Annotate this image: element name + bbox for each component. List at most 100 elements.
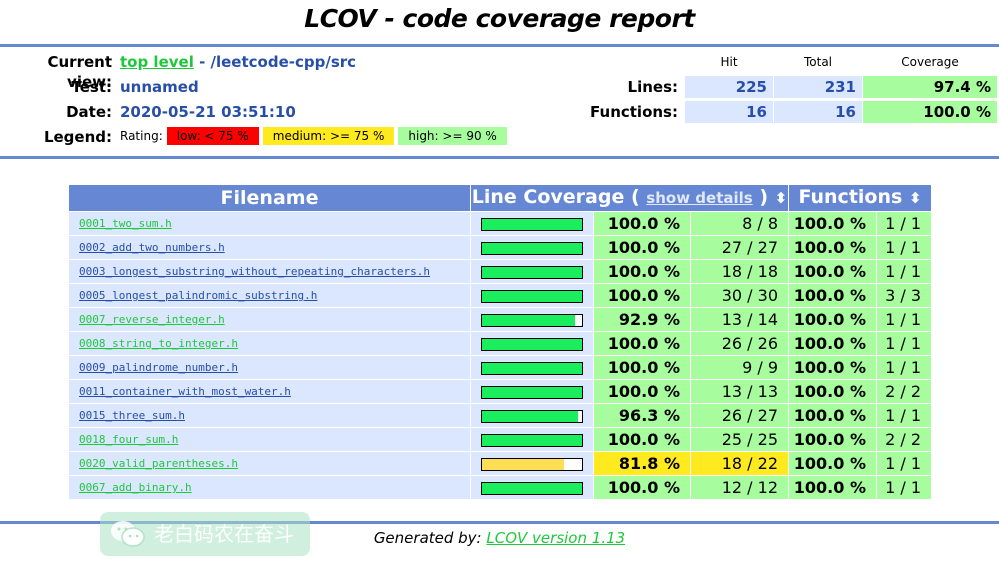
line-coverage-percent: 100.0 % (594, 332, 690, 355)
table-row: 0011_container_with_most_water.h 100.0 % 1… (69, 380, 931, 403)
summary-functions-coverage: 100.0 % (863, 101, 997, 123)
top-level-link[interactable]: top level (120, 53, 194, 71)
sort-icon[interactable]: ⬍ (909, 189, 922, 207)
coverage-bar-cell (471, 332, 593, 355)
function-coverage-count: 1 / 1 (877, 452, 931, 475)
legend-rating-label: Rating: (120, 129, 163, 143)
file-link[interactable]: 0018_four_sum.h (79, 433, 178, 446)
filename-cell: 0015_three_sum.h (69, 404, 470, 427)
coverage-bar-fill (482, 267, 582, 278)
coverage-bar-fill (482, 387, 582, 398)
line-coverage-percent: 100.0 % (594, 476, 690, 499)
function-coverage-count: 1 / 1 (877, 308, 931, 331)
function-coverage-percent: 100.0 % (789, 452, 876, 475)
function-coverage-count: 1 / 1 (877, 212, 931, 235)
coverage-bar-fill (482, 411, 579, 422)
coverage-bar-cell (471, 236, 593, 259)
filename-cell: 0007_reverse_integer.h (69, 308, 470, 331)
coverage-bar (481, 434, 583, 447)
coverage-bar-cell (471, 452, 593, 475)
summary-functions-hit: 16 (685, 101, 773, 123)
table-row: 0015_three_sum.h 96.3 % 26 / 27 100.0 % 1 / … (69, 404, 931, 427)
legend-high: high: >= 90 % (398, 127, 507, 145)
lcov-version-link[interactable]: LCOV version 1.13 (486, 529, 625, 547)
coverage-bar-fill (482, 363, 582, 374)
function-coverage-percent: 100.0 % (789, 212, 876, 235)
function-coverage-percent: 100.0 % (789, 308, 876, 331)
filename-cell: 0001_two_sum.h (69, 212, 470, 235)
function-coverage-count: 1 / 1 (877, 476, 931, 499)
coverage-bar-fill (482, 483, 582, 494)
file-link[interactable]: 0009_palindrome_number.h (79, 361, 238, 374)
filename-cell: 0005_longest_palindromic_substring.h (69, 284, 470, 307)
line-coverage-label: Line Coverage ( (471, 186, 640, 208)
file-link[interactable]: 0007_reverse_integer.h (79, 313, 225, 326)
line-coverage-count: 13 / 13 (691, 380, 788, 403)
filename-cell: 0020_valid_parentheses.h (69, 452, 470, 475)
function-coverage-count: 1 / 1 (877, 236, 931, 259)
function-coverage-percent: 100.0 % (789, 260, 876, 283)
file-link[interactable]: 0001_two_sum.h (79, 217, 172, 230)
line-coverage-label-end: ) (759, 186, 769, 208)
table-row: 0007_reverse_integer.h 92.9 % 13 / 14 100.0… (69, 308, 931, 331)
file-coverage-table: Filename Line Coverage ( show details ) … (68, 184, 932, 500)
coverage-bar-fill (482, 243, 582, 254)
summary-col-total: Total (803, 55, 833, 69)
function-coverage-percent: 100.0 % (789, 284, 876, 307)
functions-label: Functions (798, 186, 903, 208)
show-details-link[interactable]: show details (646, 189, 752, 207)
line-coverage-percent: 100.0 % (594, 260, 690, 283)
coverage-bar-fill (482, 219, 582, 230)
legend-low: low: < 75 % (166, 127, 259, 145)
coverage-bar-fill (482, 435, 582, 446)
line-coverage-count: 26 / 27 (691, 404, 788, 427)
table-row: 0003_longest_substring_without_repeating… (69, 260, 931, 283)
generated-by-label: Generated by: (373, 529, 487, 547)
file-link[interactable]: 0003_longest_substring_without_repeating… (79, 265, 430, 278)
col-filename[interactable]: Filename (69, 185, 470, 211)
function-coverage-count: 1 / 1 (877, 404, 931, 427)
legend-label: Legend: (43, 128, 112, 146)
current-view: top level - /leetcode-cpp/src (120, 52, 356, 72)
test-label: Test: (71, 78, 112, 96)
sort-icon[interactable]: ⬍ (775, 189, 788, 207)
filename-cell: 0009_palindrome_number.h (69, 356, 470, 379)
line-coverage-percent: 100.0 % (594, 284, 690, 307)
line-coverage-count: 12 / 12 (691, 476, 788, 499)
function-coverage-count: 1 / 1 (877, 332, 931, 355)
file-link[interactable]: 0067_add_binary.h (79, 481, 192, 494)
coverage-bar (481, 290, 583, 303)
col-functions: Functions ⬍ (789, 185, 931, 211)
summary-functions-total: 16 (774, 101, 862, 123)
coverage-bar (481, 482, 583, 495)
file-link[interactable]: 0015_three_sum.h (79, 409, 185, 422)
line-coverage-percent: 100.0 % (594, 428, 690, 451)
line-coverage-count: 13 / 14 (691, 308, 788, 331)
line-coverage-count: 30 / 30 (691, 284, 788, 307)
file-link[interactable]: 0011_container_with_most_water.h (79, 385, 291, 398)
function-coverage-percent: 100.0 % (789, 476, 876, 499)
coverage-bar-fill (482, 315, 575, 326)
coverage-bar-cell (471, 308, 593, 331)
line-coverage-count: 27 / 27 (691, 236, 788, 259)
line-coverage-count: 8 / 8 (691, 212, 788, 235)
line-coverage-percent: 100.0 % (594, 356, 690, 379)
coverage-bar-fill (482, 339, 582, 350)
filename-cell: 0002_add_two_numbers.h (69, 236, 470, 259)
top-rule (0, 44, 999, 47)
table-row: 0008_string_to_integer.h 100.0 % 26 / 26 10… (69, 332, 931, 355)
filename-cell: 0011_container_with_most_water.h (69, 380, 470, 403)
coverage-bar-cell (471, 428, 593, 451)
function-coverage-percent: 100.0 % (789, 356, 876, 379)
table-header-row: Filename Line Coverage ( show details ) … (69, 185, 931, 211)
footer: Generated by: LCOV version 1.13 (0, 528, 999, 548)
file-link[interactable]: 0020_valid_parentheses.h (79, 457, 238, 470)
file-link[interactable]: 0002_add_two_numbers.h (79, 241, 225, 254)
file-link[interactable]: 0008_string_to_integer.h (79, 337, 238, 350)
table-row: 0020_valid_parentheses.h 81.8 % 18 / 22 100… (69, 452, 931, 475)
summary-functions-label: Functions: (590, 103, 678, 121)
filename-cell: 0067_add_binary.h (69, 476, 470, 499)
table-row: 0005_longest_palindromic_substring.h 100.… (69, 284, 931, 307)
coverage-bar-fill (482, 291, 582, 302)
file-link[interactable]: 0005_longest_palindromic_substring.h (79, 289, 317, 302)
